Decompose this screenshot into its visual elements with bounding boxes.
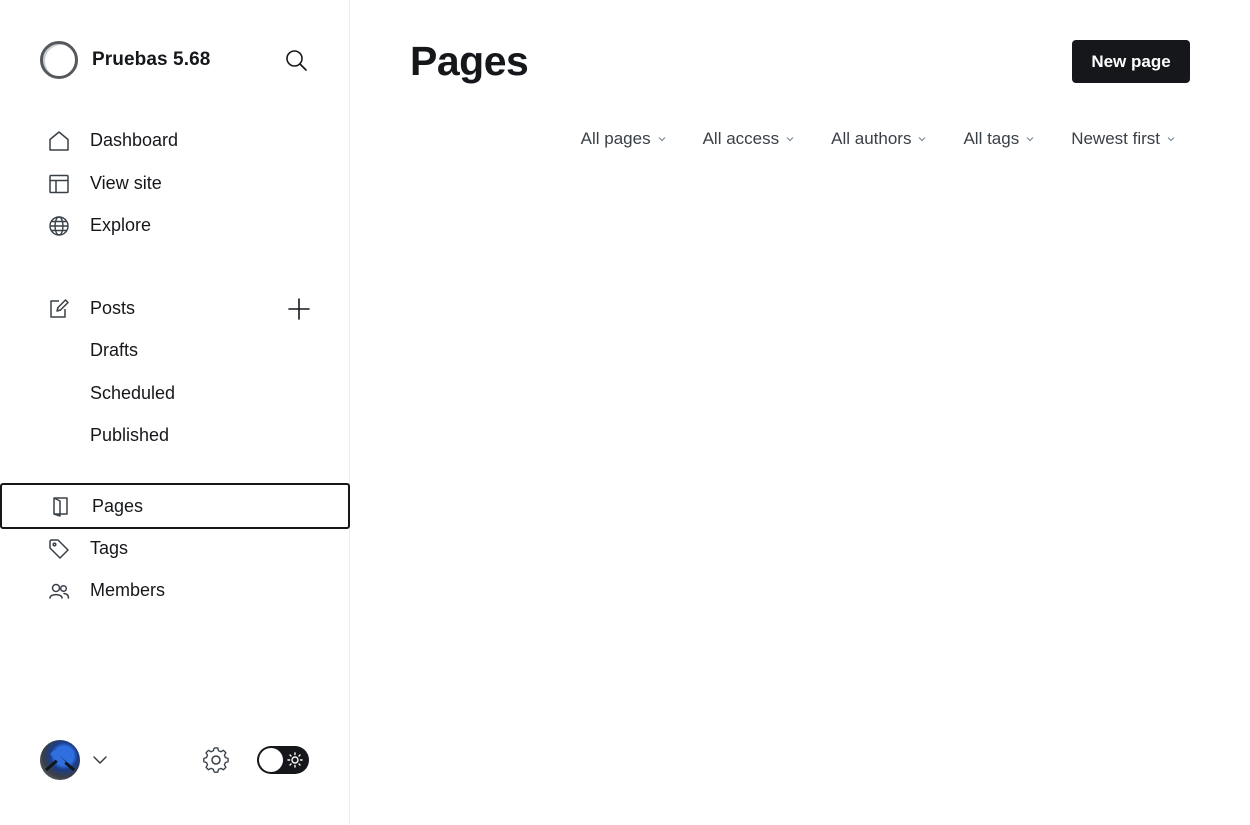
add-post-button[interactable] (285, 295, 313, 323)
page-title: Pages (410, 38, 529, 84)
chevron-down-icon (919, 137, 926, 142)
avatar[interactable] (40, 740, 80, 780)
sidebar-item-label: Pages (92, 495, 144, 516)
sidebar-item-tags[interactable]: Tags (0, 527, 350, 569)
filter-bar: All pages All access All authors All tag… (545, 126, 1176, 152)
filter-label: All access (702, 129, 780, 148)
site-title: Pruebas 5.68 (92, 49, 211, 70)
plus-icon (288, 298, 310, 320)
sidebar-footer (40, 740, 312, 780)
sidebar: Pruebas 5.68 Dashboard View site Explore… (0, 0, 350, 825)
layout-icon (48, 173, 70, 195)
sun-icon (287, 752, 303, 768)
sidebar-item-members[interactable]: Members (0, 569, 350, 611)
filter-label: All authors (831, 129, 912, 148)
sidebar-item-label: Drafts (90, 339, 139, 360)
chevron-down-icon (1167, 137, 1175, 142)
edit-icon (48, 298, 70, 320)
theme-toggle[interactable] (257, 746, 309, 774)
chevron-down-icon[interactable] (92, 752, 108, 768)
search-icon (286, 50, 307, 71)
gear-icon[interactable] (202, 747, 230, 775)
page-icon (50, 495, 72, 517)
site-logo-icon (40, 41, 78, 79)
sidebar-item-explore[interactable]: Explore (0, 204, 350, 246)
sidebar-item-label: Published (90, 424, 170, 445)
sidebar-item-drafts[interactable]: Drafts (0, 329, 350, 371)
toggle-knob (259, 748, 283, 772)
filter-authors[interactable]: All authors (831, 129, 927, 149)
sidebar-item-label: View site (90, 172, 162, 193)
sidebar-item-published[interactable]: Published (0, 414, 350, 456)
sidebar-item-dashboard[interactable]: Dashboard (0, 119, 350, 161)
filter-sort[interactable]: Newest first (1071, 129, 1176, 149)
filter-type[interactable]: All pages (581, 129, 667, 149)
globe-icon (48, 215, 70, 237)
main-content: Pages New page All pages All access All … (350, 0, 1250, 825)
sidebar-item-label: Posts (90, 297, 136, 318)
app-root: Pruebas 5.68 Dashboard View site Explore… (0, 0, 1250, 825)
filter-access[interactable]: All access (703, 129, 796, 149)
search-button[interactable] (280, 44, 312, 76)
sidebar-item-label: Members (90, 579, 166, 600)
sidebar-item-label: Explore (90, 214, 152, 235)
chevron-down-icon (786, 137, 794, 142)
chevron-down-icon (658, 137, 666, 142)
avatar-image (45, 750, 75, 772)
members-icon (48, 580, 70, 602)
new-page-button[interactable]: New page (1072, 40, 1190, 83)
filter-tags[interactable]: All tags (963, 129, 1035, 149)
sidebar-item-label: Dashboard (90, 129, 179, 150)
sidebar-item-pages[interactable]: Pages (0, 483, 350, 529)
chevron-down-icon (1026, 137, 1034, 142)
sidebar-item-label: Scheduled (90, 382, 176, 403)
home-icon (48, 130, 70, 152)
sidebar-item-view-site[interactable]: View site (0, 162, 350, 204)
brand[interactable]: Pruebas 5.68 (40, 40, 320, 80)
filter-label: Newest first (1071, 129, 1160, 148)
filter-label: All pages (580, 129, 651, 148)
sidebar-item-scheduled[interactable]: Scheduled (0, 372, 350, 414)
filter-label: All tags (963, 129, 1020, 148)
sidebar-item-label: Tags (90, 537, 129, 558)
tag-icon (48, 538, 70, 560)
